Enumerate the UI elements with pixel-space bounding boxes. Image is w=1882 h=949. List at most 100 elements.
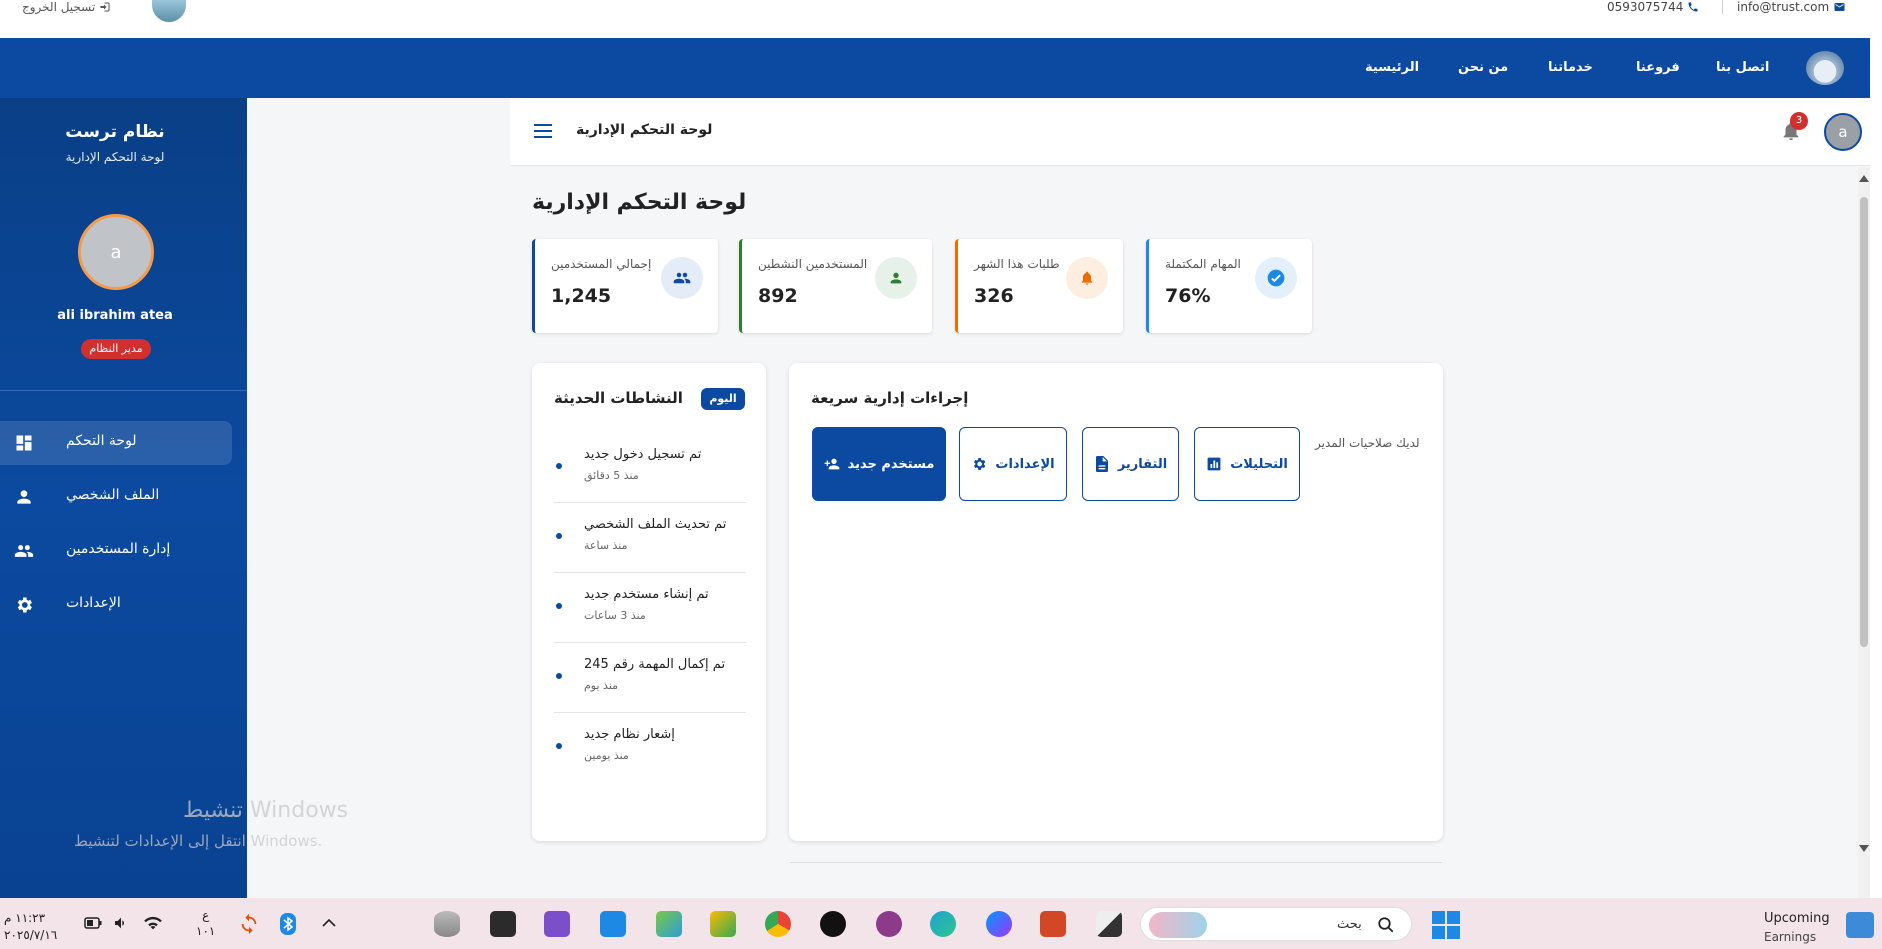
media-app-icon[interactable] — [876, 911, 902, 937]
activity-item[interactable]: تم تحديث الملف الشخصي منذ ساعة — [554, 503, 746, 573]
quick-actions-title: إجراءات إدارية سريعة — [811, 389, 969, 407]
logout-link[interactable]: تسجيل الخروج — [22, 0, 111, 14]
clock-time: ١١:٢٣ م — [4, 911, 46, 925]
sidebar-item-profile[interactable]: الملف الشخصي — [0, 475, 232, 519]
sidebar-item-label: لوحة التحكم — [66, 433, 137, 449]
battery-icon[interactable] — [84, 916, 102, 930]
today-badge: اليوم — [701, 388, 745, 410]
stat-label: المستخدمين النشطين — [758, 257, 868, 271]
database-app-icon[interactable] — [434, 911, 460, 937]
email-contact[interactable]: info@trust.com — [1737, 0, 1846, 14]
scroll-down-arrow-icon[interactable] — [1859, 845, 1869, 852]
document-icon — [1094, 456, 1110, 472]
logout-label: تسجيل الخروج — [22, 0, 96, 14]
hamburger-menu-icon[interactable] — [534, 124, 552, 138]
powerpoint-icon[interactable] — [1040, 911, 1066, 937]
reports-button[interactable]: التقارير — [1082, 427, 1179, 501]
sidebar: نظام ترست لوحة التحكم الإدارية a ali ibr… — [0, 98, 247, 898]
tiktok-icon[interactable] — [820, 911, 846, 937]
language-indicator[interactable]: ع ١٠١ — [196, 907, 215, 939]
search-highlight-image — [1149, 912, 1207, 938]
activity-item[interactable]: تم إكمال المهمة رقم 245 منذ يوم — [554, 643, 746, 713]
nav-about[interactable]: من نحن — [1458, 60, 1508, 75]
bluetooth-icon[interactable] — [280, 913, 296, 935]
scroll-up-arrow-icon[interactable] — [1859, 175, 1869, 182]
sidebar-item-users[interactable]: إدارة المستخدمين — [0, 529, 232, 573]
nav-branches[interactable]: فروعنا — [1636, 60, 1680, 75]
contact-separator — [1722, 0, 1723, 14]
sync-icon[interactable] — [238, 913, 260, 935]
site-logo[interactable] — [1806, 51, 1844, 85]
nav-services[interactable]: خدماتنا — [1548, 60, 1593, 75]
stat-label: إجمالي المستخدمين — [551, 257, 652, 271]
people-icon — [14, 545, 34, 557]
notification-count-badge: 3 — [1790, 112, 1808, 130]
3d-app-icon[interactable] — [656, 911, 682, 937]
activity-item[interactable]: تم إنشاء مستخدم جديد منذ 3 ساعات — [554, 573, 746, 643]
vscode-icon[interactable] — [600, 911, 626, 937]
person-icon — [875, 257, 917, 299]
taskbar-search[interactable]: بحث — [1140, 907, 1412, 941]
person-icon — [17, 490, 31, 504]
button-label: مستخدم جديد — [847, 456, 935, 472]
activity-title-text: تم تحديث الملف الشخصي — [584, 517, 727, 532]
start-tile — [1447, 911, 1460, 924]
quick-actions-panel: إجراءات إدارية سريعة لديك صلاحيات المدير… — [789, 363, 1443, 841]
new-user-button[interactable]: مستخدم جديد — [812, 427, 946, 501]
terminal-app-icon[interactable] — [490, 911, 516, 937]
activity-time: منذ 3 ساعات — [584, 609, 646, 622]
taskbar-clock[interactable]: ١١:٢٣ م ٢٠٢٥/٧/١٦ — [4, 910, 57, 944]
gear-icon — [971, 456, 987, 472]
edge-icon[interactable] — [930, 911, 956, 937]
header-avatar[interactable]: a — [1824, 113, 1862, 151]
app-icon[interactable] — [1096, 911, 1122, 937]
page-scrollbar[interactable] — [1858, 167, 1870, 898]
phone-number: 0593075744 — [1607, 0, 1684, 14]
analytics-button[interactable]: التحليلات — [1194, 427, 1300, 501]
nav-home[interactable]: الرئيسية — [1365, 60, 1419, 75]
widget-news[interactable]: Upcoming Earnings — [1764, 910, 1830, 946]
settings-button[interactable]: الإعدادات — [959, 427, 1067, 501]
sidebar-item-settings[interactable]: الإعدادات — [0, 583, 232, 627]
wifi-icon[interactable] — [143, 915, 163, 931]
activity-item[interactable]: تم تسجيل دخول جديد منذ 5 دقائق — [554, 433, 746, 503]
people-icon — [661, 257, 703, 299]
activity-title: النشاطات الحديثة — [554, 389, 683, 407]
gear-icon — [17, 597, 32, 613]
activity-time: منذ يوم — [584, 679, 619, 692]
sidebar-item-label: الإعدادات — [66, 595, 121, 611]
start-tile — [1447, 926, 1460, 939]
avatar: a — [78, 214, 154, 290]
permission-text: لديك صلاحيات المدير — [1315, 436, 1420, 450]
messenger-icon[interactable] — [986, 911, 1012, 937]
content-divider — [790, 862, 1442, 863]
windows-start-icon[interactable] — [1432, 911, 1460, 939]
button-label: التحليلات — [1230, 456, 1288, 472]
widget-line1: Upcoming — [1764, 911, 1830, 926]
dashboard-icon — [16, 435, 32, 451]
activity-item[interactable]: إشعار نظام جديد منذ يومين — [554, 713, 746, 783]
nav-contact[interactable]: اتصل بنا — [1716, 60, 1769, 75]
search-icon — [1378, 917, 1394, 933]
phone-contact[interactable]: 0593075744 — [1607, 0, 1699, 14]
chrome-dev-icon[interactable] — [710, 911, 736, 937]
volume-icon[interactable] — [112, 915, 130, 931]
stat-card-monthly-requests: طلبات هذا الشهر 326 — [955, 239, 1123, 333]
bullet-dot — [556, 603, 562, 609]
sidebar-item-dashboard[interactable]: لوحة التحكم — [0, 421, 232, 465]
stat-value: 892 — [758, 285, 798, 307]
chrome-icon[interactable] — [765, 911, 791, 937]
earnings-widget-icon[interactable] — [1846, 912, 1874, 938]
bullet-dot — [556, 533, 562, 539]
activation-watermark-title: تنشيط Windows — [183, 798, 349, 823]
activation-watermark-subtitle: انتقل إلى الإعدادات لتنشيط Windows. — [74, 832, 323, 850]
bullet-dot — [556, 743, 562, 749]
scrollbar-thumb[interactable] — [1860, 197, 1868, 647]
phone-icon — [1688, 2, 1698, 12]
start-tile — [1432, 926, 1445, 939]
visual-studio-icon[interactable] — [544, 911, 570, 937]
chevron-up-icon[interactable] — [322, 918, 336, 928]
widget-line2: Earnings — [1764, 930, 1817, 944]
bullet-dot — [556, 463, 562, 469]
user-name: ali ibrahim atea — [57, 308, 173, 323]
